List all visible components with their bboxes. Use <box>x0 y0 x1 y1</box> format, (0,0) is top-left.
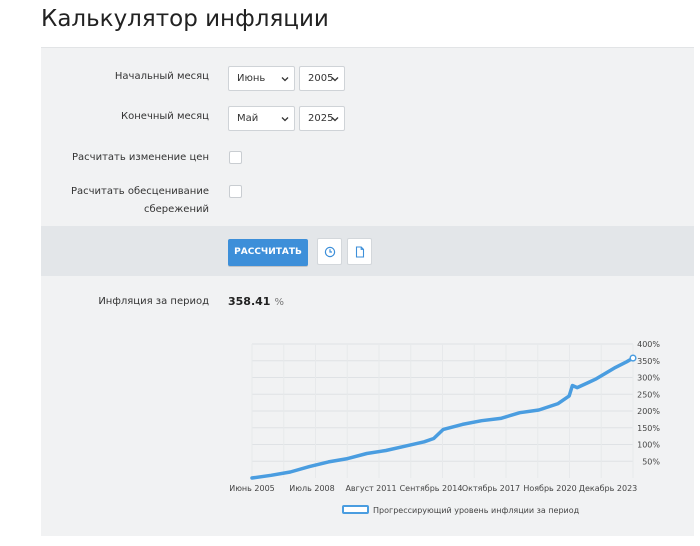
y-tick-label: 250% <box>637 390 660 399</box>
x-tick-label: Декабрь 2023 <box>579 484 638 493</box>
series-endpoint <box>629 354 637 362</box>
y-tick-label: 350% <box>637 357 660 366</box>
y-tick-label: 50% <box>642 457 660 466</box>
calculator-panel: Начальный месяц Июнь 2005 Конечный месяц… <box>41 47 694 536</box>
x-tick-label: Июль 2008 <box>289 484 334 493</box>
chart-series <box>250 354 637 480</box>
x-tick-label: Октябрь 2017 <box>462 484 520 493</box>
y-tick-label: 400% <box>637 340 660 349</box>
x-axis-labels: Июнь 2005 Июль 2008 Август 2011 Сентябрь 20… <box>229 484 637 493</box>
x-tick-label: Июнь 2005 <box>229 484 275 493</box>
y-tick-label: 150% <box>637 424 660 433</box>
legend-label[interactable]: Прогрессирующий уровень инфляции за пери… <box>373 506 580 515</box>
y-axis-labels: 50% 100% 150% 200% 250% 300% 350% 400% <box>637 340 660 466</box>
legend-swatch[interactable] <box>342 505 369 514</box>
page-title: Калькулятор инфляции <box>41 6 329 32</box>
chart-legend[interactable]: Прогрессирующий уровень инфляции за пери… <box>342 505 580 515</box>
chart-grid <box>251 343 634 478</box>
y-tick-label: 300% <box>637 374 660 383</box>
y-tick-label: 200% <box>637 407 660 416</box>
x-tick-label: Ноябрь 2020 <box>523 484 576 493</box>
inflation-chart: 50% 100% 150% 200% 250% 300% 350% 400% Июнь 200… <box>229 340 660 515</box>
x-tick-label: Сентябрь 2014 <box>400 484 463 493</box>
x-tick-label: Август 2011 <box>345 484 396 493</box>
y-tick-label: 100% <box>637 441 660 450</box>
